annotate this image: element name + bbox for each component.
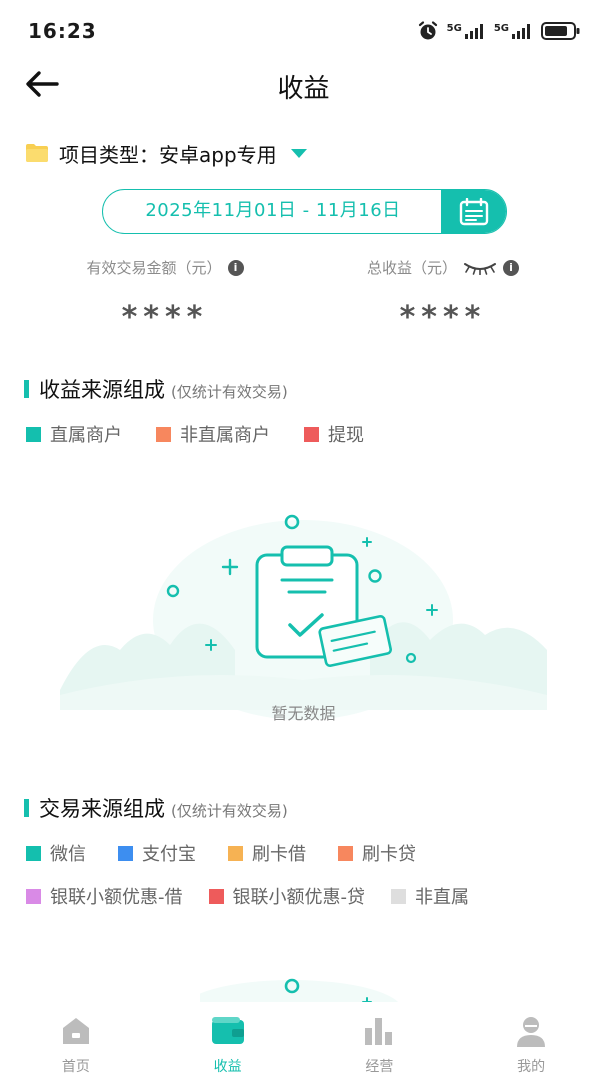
legend-label: 刷卡贷 (362, 844, 416, 865)
legend-label: 提现 (328, 425, 364, 446)
wallet-icon (211, 1017, 244, 1044)
stat-total-income-label: 总收益（元） (366, 259, 457, 277)
network-label-2: 5G (493, 23, 509, 34)
tab-label: 我的 (517, 1059, 546, 1075)
legend-label: 非直属商户 (180, 425, 270, 446)
legend-item: 提现 (304, 421, 364, 447)
tab-business[interactable]: 经营 (304, 1002, 456, 1080)
legend-swatch (391, 888, 406, 904)
legend-swatch (338, 845, 353, 861)
tab-home[interactable]: 首页 (0, 1002, 152, 1080)
trade-section-subtitle: (仅统计有效交易) (171, 802, 288, 820)
legend-item: 微信 (26, 840, 86, 866)
trade-legend-row-2: 银联小额优惠-借 银联小额优惠-贷 非直属 (26, 883, 469, 909)
legend-item: 刷卡借 (228, 840, 306, 866)
tab-label: 首页 (61, 1059, 90, 1075)
calendar-icon (459, 197, 489, 225)
legend-swatch (228, 845, 243, 861)
battery-icon (541, 22, 580, 40)
legend-label: 微信 (50, 844, 86, 865)
legend-label: 银联小额优惠-贷 (232, 887, 366, 908)
signal-5g-icon-2: 5G (494, 23, 533, 39)
legend-swatch (26, 888, 41, 904)
empty-clipboard-illustration (60, 514, 547, 720)
project-type-label: 项目类型： (59, 142, 159, 167)
project-type-selector[interactable]: 项目类型： 安卓app专用 (25, 138, 307, 168)
income-section-heading: 收益来源组成 (39, 378, 165, 402)
project-type-value: 安卓app专用 (159, 142, 277, 167)
status-bar: 16:23 5G 5G (0, 0, 607, 62)
info-icon[interactable]: i (503, 259, 519, 276)
signal-5g-icon: 5G (447, 23, 486, 39)
income-section-title: 收益来源组成 (仅统计有效交易) (24, 374, 288, 404)
alarm-icon (418, 21, 437, 40)
info-icon[interactable]: i (227, 259, 244, 276)
status-icons: 5G 5G (417, 20, 581, 42)
legend-swatch (208, 888, 224, 904)
trade-legend-row-1: 微信 支付宝 刷卡借 刷卡贷 (26, 840, 416, 866)
stat-valid-amount: 有效交易金额（元） i **** (20, 257, 310, 335)
section-accent-bar (24, 799, 29, 817)
date-range-picker[interactable]: 2025年11月01日 - 11月16日 (102, 189, 507, 234)
legend-item: 银联小额优惠-借 (26, 883, 183, 909)
income-legend: 直属商户 非直属商户 提现 (26, 421, 398, 447)
legend-item: 银联小额优惠-贷 (208, 883, 366, 909)
stat-total-income: 总收益（元） i **** (298, 257, 588, 335)
user-icon (517, 1017, 546, 1047)
stat-valid-amount-value: **** (121, 300, 209, 335)
empty-state-illustration (60, 500, 547, 730)
bottom-tab-bar: 首页 收益 经营 我的 (0, 1002, 607, 1080)
legend-swatch (304, 426, 319, 442)
tab-label: 经营 (365, 1059, 394, 1075)
trade-section-heading: 交易来源组成 (39, 797, 165, 821)
legend-label: 非直属 (415, 887, 469, 908)
legend-label: 刷卡借 (252, 844, 306, 865)
income-section-subtitle: (仅统计有效交易) (171, 383, 288, 401)
stat-total-income-value: **** (399, 300, 487, 335)
tab-label: 收益 (213, 1059, 242, 1075)
legend-item: 支付宝 (118, 840, 196, 866)
chevron-down-icon (290, 148, 307, 158)
legend-swatch (156, 426, 171, 442)
calendar-button[interactable] (441, 190, 506, 233)
page-title: 收益 (277, 74, 330, 104)
trade-section-title: 交易来源组成 (仅统计有效交易) (24, 793, 288, 823)
legend-item: 非直属 (391, 883, 469, 909)
legend-item: 直属商户 (26, 421, 122, 447)
header: 收益 (0, 62, 607, 108)
home-icon (62, 1018, 89, 1044)
empty-state-text: 暂无数据 (271, 704, 336, 723)
legend-label: 直属商户 (50, 425, 122, 446)
date-range-text: 2025年11月01日 - 11月16日 (145, 200, 401, 221)
stat-valid-amount-label: 有效交易金额（元） (86, 259, 222, 277)
legend-swatch (26, 426, 41, 442)
legend-label: 支付宝 (142, 844, 196, 865)
legend-swatch (118, 845, 133, 861)
project-type-text: 项目类型： 安卓app专用 (59, 139, 277, 168)
section-accent-bar (24, 380, 29, 398)
network-label: 5G (446, 23, 462, 34)
folder-icon (26, 144, 48, 162)
legend-label: 银联小额优惠-借 (50, 887, 183, 908)
tab-mine[interactable]: 我的 (455, 1002, 607, 1080)
bar-chart-icon (365, 1018, 393, 1045)
legend-item: 刷卡贷 (338, 840, 416, 866)
legend-swatch (26, 845, 41, 861)
eye-closed-icon[interactable] (463, 261, 497, 275)
legend-item: 非直属商户 (156, 421, 270, 447)
tab-income[interactable]: 收益 (152, 1002, 304, 1080)
status-time: 16:23 (28, 19, 97, 43)
